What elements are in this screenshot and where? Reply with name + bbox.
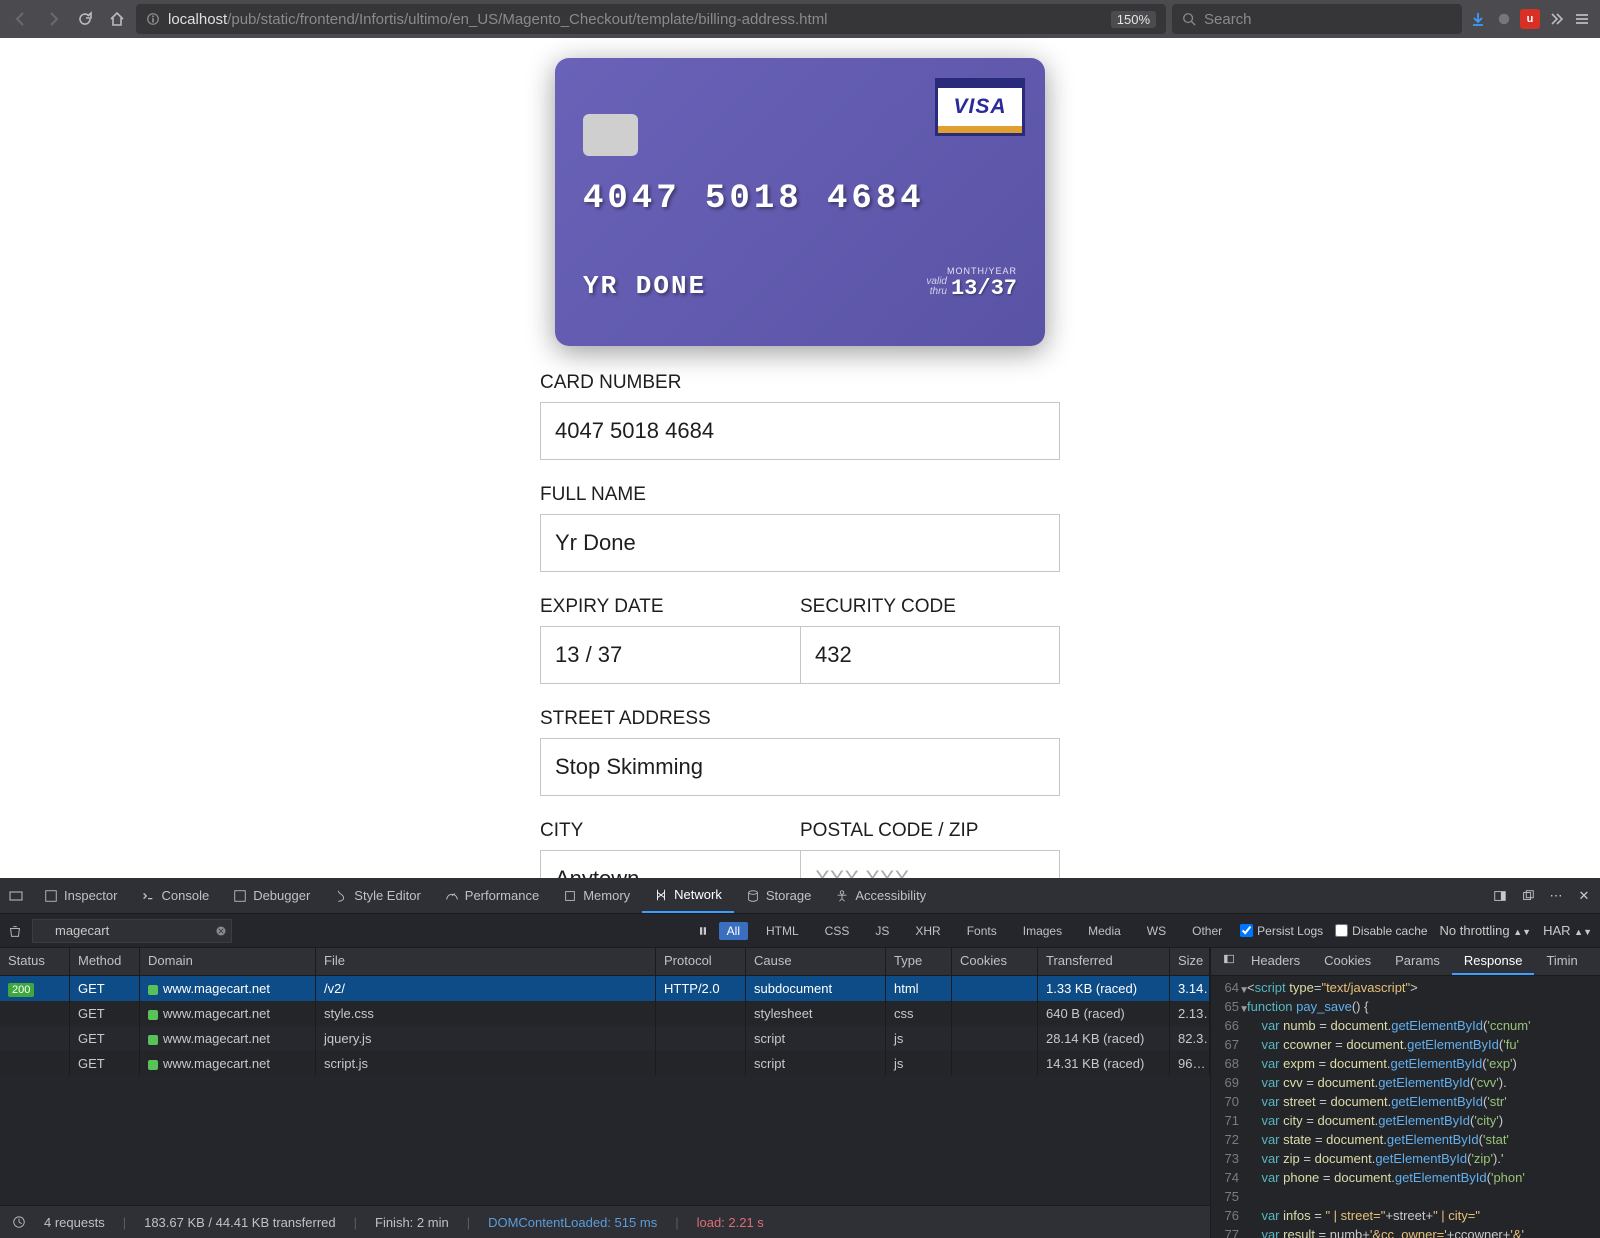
devtools-more-icon[interactable]: ⋯ <box>1546 886 1566 906</box>
filter-fonts[interactable]: Fonts <box>959 922 1005 940</box>
home-button[interactable] <box>104 6 130 32</box>
persist-logs-checkbox[interactable]: Persist Logs <box>1240 924 1323 938</box>
network-table-header: Status Method Domain File Protocol Cause… <box>0 948 1210 976</box>
side-tab-response[interactable]: Response <box>1452 948 1535 975</box>
url-bar[interactable]: localhost/pub/static/frontend/Infortis/u… <box>136 4 1166 34</box>
tab-network[interactable]: Network <box>642 878 734 913</box>
devtools-tabs: Inspector Console Debugger Style Editor … <box>0 878 1600 914</box>
downloads-icon[interactable] <box>1468 9 1488 29</box>
tab-performance[interactable]: Performance <box>433 878 551 913</box>
network-filter-bar: All HTML CSS JS XHR Fonts Images Media W… <box>0 914 1600 948</box>
har-select[interactable]: HAR ▲▼ <box>1543 923 1592 938</box>
filter-media[interactable]: Media <box>1080 922 1129 940</box>
devtools-dock-side-icon[interactable] <box>1490 886 1510 906</box>
filter-ws[interactable]: WS <box>1139 922 1174 940</box>
tab-console[interactable]: Console <box>129 878 221 913</box>
table-row[interactable]: GETwww.magecart.netjquery.jsscriptjs28.1… <box>0 1026 1210 1051</box>
cvv-label: SECURITY CODE <box>800 596 1060 618</box>
status-requests: 4 requests <box>44 1215 105 1230</box>
table-row[interactable]: GETwww.magecart.netscript.jsscriptjs14.3… <box>0 1051 1210 1076</box>
cvv-input[interactable] <box>800 626 1060 684</box>
card-number-label: CARD NUMBER <box>540 372 1060 394</box>
tab-storage[interactable]: Storage <box>734 878 824 913</box>
reload-button[interactable] <box>72 6 98 32</box>
browser-toolbar: localhost/pub/static/frontend/Infortis/u… <box>0 0 1600 38</box>
filter-html[interactable]: HTML <box>758 922 807 940</box>
card-brand-logo: VISA <box>935 78 1025 136</box>
devtools-close-icon[interactable]: ✕ <box>1574 886 1594 906</box>
clear-filter-icon[interactable] <box>215 925 227 937</box>
filter-images[interactable]: Images <box>1015 922 1070 940</box>
filter-all[interactable]: All <box>719 922 748 940</box>
search-bar[interactable]: Search <box>1172 4 1462 34</box>
filter-css[interactable]: CSS <box>817 922 858 940</box>
card-expiry-display: MONTH/YEAR validthru13/37 <box>926 266 1017 301</box>
filter-xhr[interactable]: XHR <box>907 922 948 940</box>
info-icon <box>146 12 160 26</box>
devtools-dock-window-icon[interactable] <box>1518 886 1538 906</box>
full-name-input[interactable] <box>540 514 1060 572</box>
expiry-input[interactable] <box>540 626 800 684</box>
page-viewport: VISA 4047 5018 4684 YR DONE MONTH/YEAR v… <box>0 38 1600 878</box>
card-chip-icon <box>583 114 638 156</box>
url-text: localhost/pub/static/frontend/Infortis/u… <box>168 11 828 28</box>
credit-card-preview: VISA 4047 5018 4684 YR DONE MONTH/YEAR v… <box>555 58 1045 346</box>
card-number-display: 4047 5018 4684 <box>583 180 1017 218</box>
side-tab-params[interactable]: Params <box>1383 948 1452 975</box>
expiry-label: EXPIRY DATE <box>540 596 800 618</box>
pause-icon[interactable] <box>697 925 709 937</box>
street-input[interactable] <box>540 738 1060 796</box>
postal-label: POSTAL CODE / ZIP <box>800 820 1060 842</box>
city-label: CITY <box>540 820 800 842</box>
table-row[interactable]: 200GETwww.magecart.net/v2/HTTP/2.0subdoc… <box>0 976 1210 1001</box>
filter-other[interactable]: Other <box>1184 922 1230 940</box>
status-load: load: 2.21 s <box>697 1215 764 1230</box>
zoom-badge[interactable]: 150% <box>1111 11 1156 28</box>
status-finish: Finish: 2 min <box>375 1215 449 1230</box>
search-placeholder: Search <box>1204 11 1252 28</box>
status-domcontentloaded: DOMContentLoaded: 515 ms <box>488 1215 657 1230</box>
tab-debugger[interactable]: Debugger <box>221 878 322 913</box>
side-tab-cookies[interactable]: Cookies <box>1312 948 1383 975</box>
response-code-view[interactable]: 64▼<script type="text/javascript">65▼fun… <box>1211 976 1600 1238</box>
card-name-display: YR DONE <box>583 271 706 301</box>
side-tab-timings[interactable]: Timin <box>1534 948 1589 975</box>
filter-input[interactable] <box>32 919 232 943</box>
perf-analysis-icon[interactable] <box>12 1215 26 1229</box>
extension-icon-1[interactable] <box>1494 9 1514 29</box>
overflow-icon[interactable] <box>1546 9 1566 29</box>
status-transferred: 183.67 KB / 44.41 KB transferred <box>144 1215 336 1230</box>
clear-requests-icon[interactable] <box>8 924 22 938</box>
network-status-bar: 4 requests| 183.67 KB / 44.41 KB transfe… <box>0 1205 1210 1238</box>
network-table: Status Method Domain File Protocol Cause… <box>0 948 1210 1238</box>
billing-form: CARD NUMBER FULL NAME EXPIRY DATE SECURI… <box>540 372 1060 908</box>
tab-style-editor[interactable]: Style Editor <box>322 878 432 913</box>
throttling-select[interactable]: No throttling ▲▼ <box>1440 923 1532 938</box>
back-button[interactable] <box>8 6 34 32</box>
side-tab-headers[interactable]: Headers <box>1239 948 1312 975</box>
forward-button[interactable] <box>40 6 66 32</box>
disable-cache-checkbox[interactable]: Disable cache <box>1335 924 1427 938</box>
table-row[interactable]: GETwww.magecart.netstyle.cssstylesheetcs… <box>0 1001 1210 1026</box>
search-icon <box>1182 12 1196 26</box>
tab-accessibility[interactable]: Accessibility <box>823 878 938 913</box>
tab-memory[interactable]: Memory <box>551 878 642 913</box>
devtools-panel: Inspector Console Debugger Style Editor … <box>0 878 1600 1238</box>
filter-js[interactable]: JS <box>867 922 897 940</box>
full-name-label: FULL NAME <box>540 484 1060 506</box>
tab-inspector[interactable]: Inspector <box>32 878 129 913</box>
street-label: STREET ADDRESS <box>540 708 1060 730</box>
response-side-panel: Headers Cookies Params Response Timin 64… <box>1210 948 1600 1238</box>
card-number-input[interactable] <box>540 402 1060 460</box>
hamburger-icon[interactable] <box>1572 9 1592 29</box>
extension-icon-ublock[interactable]: u <box>1520 9 1540 29</box>
side-toggle-icon[interactable] <box>1211 948 1239 975</box>
devtools-responsive-icon[interactable] <box>0 878 32 913</box>
